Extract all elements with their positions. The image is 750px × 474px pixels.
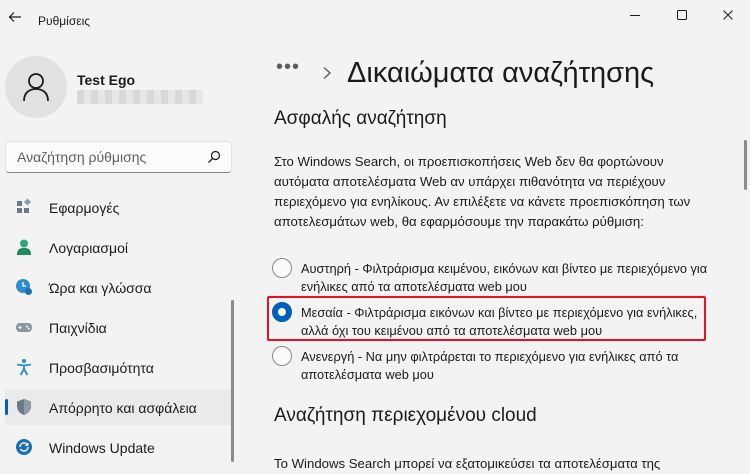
profile-name: Test Ego bbox=[77, 72, 136, 88]
selection-indicator bbox=[5, 399, 8, 415]
sidebar-item-label: Παιχνίδια bbox=[49, 320, 107, 336]
avatar bbox=[5, 56, 67, 118]
sidebar-scrollbar[interactable] bbox=[231, 300, 234, 462]
search-icon[interactable] bbox=[207, 150, 221, 164]
sidebar-item-windows-update[interactable]: Windows Update bbox=[5, 429, 233, 465]
back-button[interactable] bbox=[4, 6, 26, 28]
cloud-search-heading: Αναζήτηση περιεχομένου cloud bbox=[274, 405, 537, 426]
radio-button[interactable] bbox=[272, 346, 292, 366]
sidebar-item-accessibility[interactable]: Προσβασιμότητα bbox=[5, 349, 233, 385]
sidebar-item-gaming[interactable]: Παιχνίδια bbox=[5, 309, 233, 345]
search-box[interactable] bbox=[5, 141, 232, 173]
radio-label: Ανενεργή - Να μην φιλτράρεται το περιεχό… bbox=[301, 349, 679, 382]
radio-label: Αυστηρή - Φιλτράρισμα κειμένου, εικόνων … bbox=[301, 261, 708, 294]
sidebar-item-time-language[interactable]: Ώρα και γλώσσα bbox=[5, 269, 233, 305]
cloud-search-description: Το Windows Search μπορεί να εξατομικεύσε… bbox=[274, 456, 661, 471]
page-title: Δικαιώματα αναζήτησης bbox=[347, 57, 655, 89]
app-title: Ρυθμίσεις bbox=[38, 14, 91, 28]
main-scrollbar[interactable] bbox=[744, 140, 747, 190]
sidebar-item-label: Εφαρμογές bbox=[49, 200, 120, 216]
close-icon bbox=[723, 10, 733, 20]
minimize-icon bbox=[630, 15, 640, 16]
sidebar-item-label: Απόρρητο και ασφάλεια bbox=[49, 400, 197, 416]
title-bar: Ρυθμίσεις bbox=[0, 0, 750, 34]
apps-icon bbox=[17, 198, 32, 213]
profile-email-redacted bbox=[77, 90, 203, 104]
maximize-button[interactable] bbox=[665, 4, 699, 26]
shield-icon bbox=[17, 399, 31, 415]
accounts-icon bbox=[17, 239, 31, 255]
chevron-right-icon bbox=[323, 66, 332, 80]
sidebar-item-label: Λογαριασμοί bbox=[49, 240, 129, 256]
accessibility-icon bbox=[16, 359, 32, 376]
sidebar-item-apps[interactable]: Εφαρμογές bbox=[5, 189, 233, 225]
search-input[interactable] bbox=[6, 142, 202, 172]
safe-search-description: Στο Windows Search, οι προεπισκοπήσεις W… bbox=[274, 154, 691, 229]
person-icon bbox=[23, 73, 49, 102]
sidebar-item-label: Windows Update bbox=[49, 440, 155, 456]
back-arrow-icon bbox=[8, 12, 21, 22]
gaming-icon bbox=[16, 323, 32, 332]
sidebar-item-accounts[interactable]: Λογαριασμοί bbox=[5, 229, 233, 265]
sidebar-nav: Εφαρμογές Λογαριασμοί Ώρα και γλώσσα Παι… bbox=[5, 189, 233, 469]
close-button[interactable] bbox=[711, 4, 745, 26]
time-language-icon bbox=[16, 279, 32, 295]
sidebar-item-label: Προσβασιμότητα bbox=[49, 360, 154, 376]
minimize-button[interactable] bbox=[618, 4, 652, 26]
update-icon bbox=[16, 439, 32, 455]
safe-search-heading: Ασφαλής αναζήτηση bbox=[274, 108, 447, 129]
sidebar-item-label: Ώρα και γλώσσα bbox=[49, 280, 152, 296]
maximize-icon bbox=[677, 10, 687, 20]
sidebar-item-privacy-security[interactable]: Απόρρητο και ασφάλεια bbox=[5, 389, 233, 425]
breadcrumb-more-button[interactable]: ••• bbox=[276, 56, 300, 79]
radio-button[interactable] bbox=[272, 258, 292, 278]
highlight-annotation bbox=[267, 296, 706, 341]
